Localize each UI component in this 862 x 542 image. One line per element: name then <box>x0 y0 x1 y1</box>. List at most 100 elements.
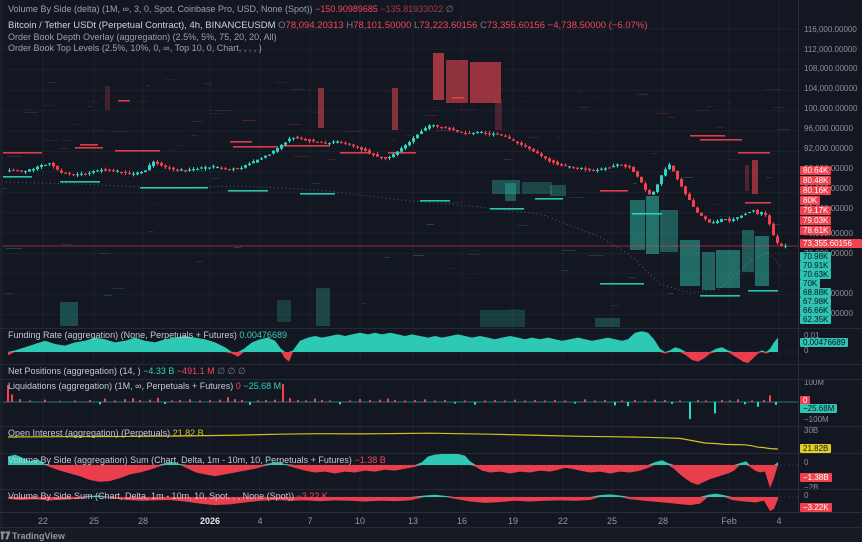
time-axis-label: 16 <box>456 516 468 526</box>
liquidations-title[interactable]: Liquidations (aggregation) (1M, ∞, Perpe… <box>8 381 281 391</box>
pane-left-edge <box>0 0 3 527</box>
panel-label: Volume By Side Sum (Chart, Delta, 1m - 1… <box>8 491 295 501</box>
bid-level-badge: 70.63K <box>800 270 832 279</box>
bid-level-badge: 70.91K <box>800 261 832 270</box>
sub-axis-tick: −100M <box>804 415 829 424</box>
legend-symbol-row[interactable]: Bitcoin / Tether USDt (Perpetual Contrac… <box>8 20 648 31</box>
legend-order-book-depth[interactable]: Order Book Depth Overlay (aggregation) (… <box>8 32 277 42</box>
panel-value: −3.22 K <box>296 491 328 501</box>
tradingview-logo-text: TradingView <box>12 530 65 541</box>
open-value: 78,094.20313 <box>285 20 344 31</box>
time-axis-label: 4 <box>776 516 782 526</box>
pane-separator[interactable] <box>0 426 862 427</box>
sub-axis-tick: 0 <box>804 491 809 500</box>
low-value: 73,223.60156 <box>419 20 478 31</box>
close-label: C <box>480 20 487 31</box>
panel-label: Volume By Side (aggregation) Sum (Chart,… <box>8 455 352 465</box>
price-axis-label: 100,000.00000 <box>804 104 858 113</box>
panel-value-1: 0 <box>235 381 241 391</box>
footer-bar: TradingView <box>0 527 862 542</box>
bid-level-badge: 68.88K <box>800 288 832 297</box>
sub-axis-tick: 30B <box>804 426 819 435</box>
time-axis[interactable]: 22 25 28 2026 4 7 10 13 16 19 22 25 28 Feb 4 <box>0 512 862 528</box>
funding-rate-title[interactable]: Funding Rate (aggregation) (None, Perpet… <box>8 330 287 340</box>
time-axis-label: 28 <box>137 516 149 526</box>
time-axis-label: 25 <box>88 516 100 526</box>
time-axis-label: 22 <box>557 516 569 526</box>
time-axis-label: Feb <box>721 516 737 526</box>
panel-value-2: −25.68 M <box>243 381 282 391</box>
legend-label: Order Book Depth Overlay (aggregation) (… <box>8 32 277 42</box>
symbol-title: Bitcoin / Tether USDt (Perpetual Contrac… <box>8 20 276 31</box>
panel-empty-markers: ∅ ∅ ∅ <box>217 366 246 376</box>
time-axis-label: 28 <box>657 516 669 526</box>
price-axis-label: 96,000.00000 <box>804 124 853 133</box>
panel-value-1: −4.33 B <box>143 366 175 376</box>
panel-label: Open Interest (aggregation) (Perpetuals) <box>8 428 171 438</box>
last-price-badge: 73,355.60156 <box>800 239 862 248</box>
pane-separator[interactable] <box>0 453 862 454</box>
time-axis-label: 19 <box>507 516 519 526</box>
ask-level-badge: 80K <box>800 196 821 205</box>
pane-separator[interactable] <box>0 489 862 490</box>
ask-level-badge: 80.48K <box>800 176 832 185</box>
time-axis-label: 2026 <box>199 516 221 526</box>
panel-value: −1.38 B <box>354 455 386 465</box>
open-interest-title[interactable]: Open Interest (aggregation) (Perpetuals)… <box>8 428 204 438</box>
bid-level-badge: 70.98K <box>800 252 832 261</box>
panel-value: 0.00476689 <box>239 330 287 340</box>
ask-level-badge: 80.16K <box>800 186 832 195</box>
price-axis-label: 112,000.00000 <box>804 45 857 54</box>
time-axis-label: 10 <box>354 516 366 526</box>
panel-label: Net Positions (aggregation) (14, ) <box>8 366 141 376</box>
pane-separator[interactable] <box>0 379 862 380</box>
legend-value-1: −150.90989685 <box>315 4 378 14</box>
panel-value: 21.82 B <box>172 428 204 438</box>
time-axis-label: 13 <box>407 516 419 526</box>
time-axis-label: 25 <box>606 516 618 526</box>
legend-volume-by-side-delta[interactable]: Volume By Side (delta) (1M, ∞, 3, 0, Spo… <box>8 4 454 15</box>
vbs-spot-sum-title[interactable]: Volume By Side Sum (Chart, Delta, 1m - 1… <box>8 491 328 501</box>
bid-level-badge: 67.98K <box>800 297 832 306</box>
price-axis-label: 104,000.00000 <box>804 84 858 93</box>
high-value: 78,101.50000 <box>353 20 412 31</box>
bid-level-badge: 70K <box>800 279 821 288</box>
sub-axis-value-badge: −25.68M <box>800 404 838 413</box>
vbs-aggregation-sum-title[interactable]: Volume By Side (aggregation) Sum (Chart,… <box>8 455 386 465</box>
sub-axis-value-badge: −1.38B <box>800 473 832 482</box>
ask-level-badge: 79.17K <box>800 206 832 215</box>
tradingview-logo[interactable]: TradingView <box>0 530 65 541</box>
ask-level-badge: 78.61K <box>800 226 832 235</box>
time-axis-label: 4 <box>257 516 263 526</box>
close-value: 73,355.60156 <box>486 20 546 31</box>
pane-separator[interactable] <box>0 328 862 329</box>
sub-axis-value-badge: 0.00476689 <box>800 338 849 347</box>
price-axis[interactable]: 116,000.00000 112,000.00000 108,000.00000 1… <box>798 0 862 512</box>
change-value: −4,738.50000 (−6.07%) <box>547 20 648 31</box>
ask-level-badge: 79.03K <box>800 216 832 225</box>
panel-label: Liquidations (aggregation) (1M, ∞, Perpe… <box>8 381 234 391</box>
panel-label: Funding Rate (aggregation) (None, Perpet… <box>8 330 237 340</box>
net-positions-title[interactable]: Net Positions (aggregation) (14, ) −4.33… <box>8 366 246 377</box>
bid-level-badge: 62.35K <box>800 315 832 324</box>
legend-label: Volume By Side (delta) (1M, ∞, 3, 0, Spo… <box>8 4 313 14</box>
tradingview-app: Volume By Side (delta) (1M, ∞, 3, 0, Spo… <box>0 0 862 542</box>
price-axis-label: 92,000.00000 <box>804 144 853 153</box>
sub-axis-value-badge: −3.22K <box>800 503 832 512</box>
price-axis-label: 108,000.00000 <box>804 64 858 73</box>
time-axis-label: 7 <box>307 516 313 526</box>
legend-empty-marker: ∅ <box>445 4 454 14</box>
pane-separator[interactable] <box>0 364 862 365</box>
ask-level-badge: 80.64K <box>800 166 832 175</box>
legend-label: Order Book Top Levels (2.5%, 10%, 0, ∞, … <box>8 43 262 53</box>
legend-value-2: −135.81933022 <box>380 4 444 14</box>
sub-axis-tick: 0 <box>804 458 809 467</box>
open-label: O <box>278 20 286 31</box>
bid-level-badge: 66.66K <box>800 306 832 315</box>
sub-axis-value-badge: 21.82B <box>800 444 832 453</box>
time-axis-label: 22 <box>37 516 49 526</box>
tradingview-logo-icon <box>0 531 11 540</box>
sub-axis-tick: 0 <box>804 346 809 355</box>
legend-order-book-top-levels[interactable]: Order Book Top Levels (2.5%, 10%, 0, ∞, … <box>8 43 262 53</box>
panel-value-2: −491.1 M <box>176 366 215 376</box>
